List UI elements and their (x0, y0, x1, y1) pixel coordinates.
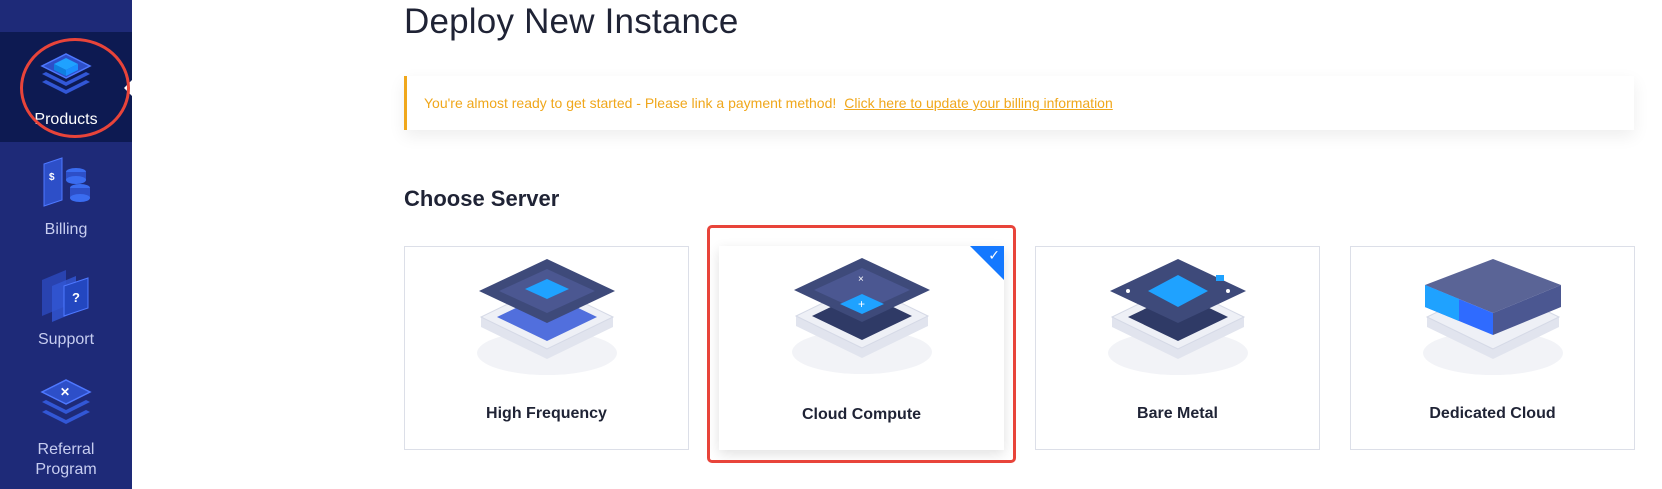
billing-alert: You're almost ready to get started - Ple… (404, 76, 1634, 130)
svg-text:?: ? (72, 290, 80, 305)
sidebar-item-label: Support (37, 331, 95, 348)
billing-icon: $ (43, 157, 90, 207)
server-option-dedicated-cloud[interactable]: Dedicated Cloud (1350, 246, 1635, 450)
layers-icon (40, 53, 92, 94)
sidebar-item-billing[interactable]: $ Billing (0, 142, 132, 252)
server-option-bare-metal[interactable]: Bare Metal (1035, 246, 1320, 450)
support-icon: ? (42, 270, 89, 322)
update-billing-link[interactable]: Click here to update your billing inform… (844, 95, 1112, 111)
alert-message: You're almost ready to get started - Ple… (424, 95, 837, 111)
referral-icon: ✕ (40, 379, 92, 424)
svg-text:✕: ✕ (60, 385, 70, 399)
svg-text:+: + (858, 297, 865, 311)
sidebar: Products $ Billing ? Support ✕ Referral … (0, 0, 132, 489)
dedicated-cloud-server-icon (1422, 259, 1563, 375)
server-option-label: Cloud Compute (801, 406, 922, 423)
main-content: Deploy New Instance You're almost ready … (132, 0, 1662, 489)
sidebar-item-label: Products (34, 111, 98, 128)
server-option-label: Dedicated Cloud (1429, 405, 1556, 422)
svg-text:×: × (858, 274, 864, 285)
sidebar-item-referral-program[interactable]: ✕ Referral Program (0, 362, 132, 489)
server-option-label: Bare Metal (1137, 405, 1218, 422)
sidebar-item-label: Referral Program (35, 441, 97, 478)
active-caret (124, 80, 132, 96)
bare-metal-server-icon (1107, 259, 1248, 375)
sidebar-item-products[interactable]: Products (0, 32, 132, 142)
server-option-label: High Frequency (486, 405, 607, 422)
page-title: Deploy New Instance (404, 2, 739, 41)
sidebar-item-label: Billing (44, 221, 88, 238)
sidebar-item-support[interactable]: ? Support (0, 252, 132, 362)
server-option-high-frequency[interactable]: High Frequency (404, 246, 689, 450)
cloud-compute-server-icon: + × (791, 258, 932, 374)
svg-text:$: $ (49, 172, 55, 183)
check-icon: ✓ (988, 247, 1000, 263)
choose-server-title: Choose Server (404, 186, 560, 211)
high-frequency-server-icon (476, 259, 617, 375)
server-option-cloud-compute[interactable]: + × ✓ Cloud Compute (719, 246, 1004, 450)
